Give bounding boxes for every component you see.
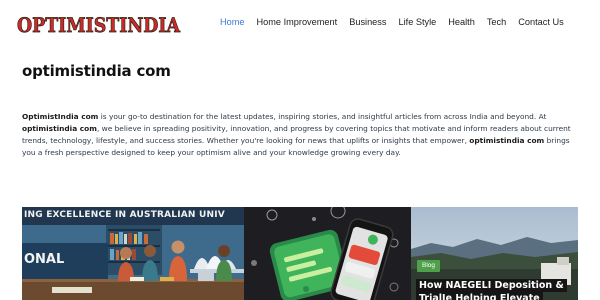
post-title-text: How NAEGELI Deposition & TrialJe Helping… bbox=[416, 279, 567, 300]
intro-text-1: is your go-to destination for the latest… bbox=[98, 112, 547, 121]
post-card-3[interactable]: Blog How NAEGELI Deposition & TrialJe He… bbox=[411, 207, 578, 300]
nav-item-health[interactable]: Health bbox=[448, 16, 475, 30]
card1-banner: ING EXCELLENCE IN AUSTRALIAN UNIV bbox=[22, 207, 244, 225]
site-logo[interactable]: OPTIMISTINDIA bbox=[16, 11, 182, 37]
featured-posts: ING EXCELLENCE IN AUSTRALIAN UNIV ONAL B… bbox=[22, 207, 578, 300]
page-title: optimistindia com bbox=[22, 62, 171, 80]
smartphone-app-illustration bbox=[251, 207, 399, 300]
post-card-1[interactable]: ING EXCELLENCE IN AUSTRALIAN UNIV ONAL bbox=[22, 207, 244, 300]
nav-item-business[interactable]: Business bbox=[349, 16, 386, 30]
logo-text: OPTIMISTINDIA bbox=[17, 14, 181, 37]
card1-banner-text: ING EXCELLENCE IN AUSTRALIAN UNIV bbox=[24, 210, 225, 220]
post-card-2[interactable] bbox=[244, 207, 411, 300]
nav-item-tech[interactable]: Tech bbox=[487, 16, 506, 30]
nav-item-life-style[interactable]: Life Style bbox=[398, 16, 436, 30]
card1-side-banner: ONAL bbox=[22, 243, 108, 279]
nav-item-contact-us[interactable]: Contact Us bbox=[518, 16, 563, 30]
post-title[interactable]: How NAEGELI Deposition & TrialJe Helping… bbox=[416, 279, 578, 300]
intro-brand-2: optimistindia com bbox=[22, 124, 97, 133]
category-badge[interactable]: Blog bbox=[417, 260, 441, 272]
site-header: OPTIMISTINDIA Home Home Improvement Busi… bbox=[0, 0, 600, 46]
card1-side-text: ONAL bbox=[24, 252, 65, 267]
nav-item-home-improvement[interactable]: Home Improvement bbox=[257, 16, 338, 30]
intro-paragraph: OptimistIndia com is your go-to destinat… bbox=[22, 111, 578, 159]
nav-item-home[interactable]: Home bbox=[220, 16, 245, 30]
main-nav: Home Home Improvement Business Life Styl… bbox=[220, 16, 576, 30]
intro-brand-3: optimistindia com bbox=[469, 136, 545, 145]
intro-brand-1: OptimistIndia com bbox=[22, 112, 99, 121]
